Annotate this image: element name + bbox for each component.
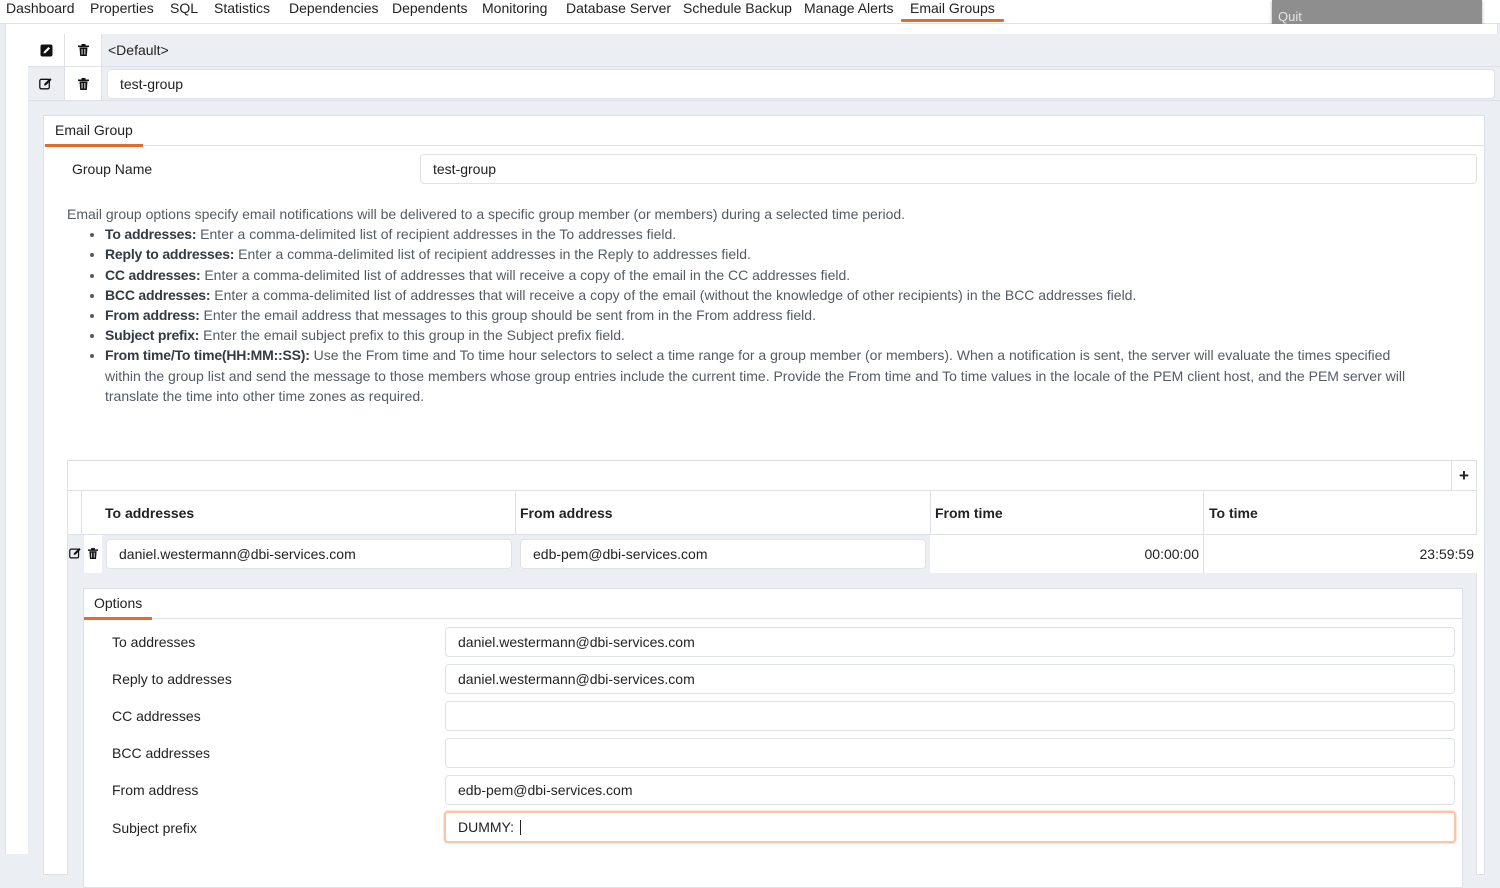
tab-properties[interactable]: Properties <box>90 0 154 23</box>
to-addresses-label: To addresses <box>112 634 196 650</box>
members-grid: + To addresses From address From time To… <box>67 460 1478 888</box>
tab-monitoring[interactable]: Monitoring <box>482 0 547 23</box>
from-address-input[interactable]: edb-pem@dbi-services.com <box>445 775 1455 805</box>
help-item: CC addresses: Enter a comma-delimited li… <box>105 265 1447 285</box>
help-item: Reply to addresses: Enter a comma-delimi… <box>105 244 1447 264</box>
main-panel: <Default> test-group Email Group Group N… <box>5 24 1500 888</box>
group-row: test-group <box>28 67 1500 101</box>
tab-dependencies[interactable]: Dependencies <box>289 0 379 23</box>
subject-prefix-input[interactable]: DUMMY: <box>444 811 1456 843</box>
column-from-time: From time <box>930 491 1204 534</box>
edit-outline-icon <box>68 546 82 562</box>
bcc-addresses-label: BCC addresses <box>112 745 211 761</box>
text-cursor <box>519 819 521 835</box>
tab-email-groups[interactable]: Email Groups <box>901 0 1004 23</box>
tab-schedule-backup[interactable]: Schedule Backup <box>683 0 792 23</box>
reply-to-addresses-input[interactable]: daniel.westermann@dbi-services.com <box>445 664 1455 694</box>
cc-addresses-input[interactable] <box>445 701 1455 731</box>
help-term: CC addresses: <box>105 266 201 283</box>
cc-addresses-label: CC addresses <box>112 708 201 724</box>
to-addresses-input[interactable]: daniel.westermann@dbi-services.com <box>445 627 1455 657</box>
tab-manage-alerts[interactable]: Manage Alerts <box>804 0 894 23</box>
edit-outline-icon <box>39 77 53 90</box>
trash-icon <box>77 44 89 56</box>
reply-to-addresses-label: Reply to addresses <box>112 671 232 687</box>
header-spacer <box>68 491 82 534</box>
edit-button[interactable] <box>28 67 65 100</box>
help-intro: Email group options specify email notifi… <box>67 206 906 222</box>
help-item: Subject prefix: Enter the email subject … <box>105 325 1447 345</box>
row-to-addresses-input[interactable]: daniel.westermann@dbi-services.com <box>106 539 512 569</box>
grid-header: To addresses From address From time To t… <box>68 491 1476 535</box>
help-text: Email group options specify email notifi… <box>67 204 1447 406</box>
tab-email-group[interactable]: Email Group <box>45 116 143 147</box>
help-item: To addresses: Enter a comma-delimited li… <box>105 224 1447 244</box>
from-address-label: From address <box>112 782 199 798</box>
tab-dashboard[interactable]: Dashboard <box>6 0 75 23</box>
help-term: Reply to addresses: <box>105 246 235 263</box>
help-term: To addresses: <box>105 226 197 243</box>
options-panel: Options To addresses daniel.westermann@d… <box>83 588 1463 888</box>
subject-prefix-label: Subject prefix <box>112 820 197 836</box>
help-desc: Enter a comma-delimited list of recipien… <box>234 246 751 263</box>
panel-tab-strip <box>44 116 1484 146</box>
help-term: Subject prefix: <box>105 327 200 344</box>
column-to-time: To time <box>1209 504 1258 521</box>
group-name-input[interactable]: test-group <box>420 154 1477 184</box>
delete-button[interactable] <box>65 67 102 100</box>
edit-filled-icon <box>40 44 53 57</box>
group-name: <Default> <box>108 42 169 58</box>
group-name-cell-input[interactable]: test-group <box>107 69 1495 99</box>
help-term: From address: <box>105 307 200 324</box>
help-term: BCC addresses: <box>105 286 211 303</box>
group-name-label: Group Name <box>72 161 153 177</box>
options-tab-strip <box>84 589 1462 619</box>
column-from-address: From address <box>508 491 931 534</box>
help-desc: Enter the email address that messages to… <box>199 307 816 324</box>
delete-button[interactable] <box>65 34 102 66</box>
tab-dependents[interactable]: Dependents <box>392 0 468 23</box>
delete-member-button[interactable] <box>84 535 102 573</box>
help-item: BCC addresses: Enter a comma-delimited l… <box>105 285 1447 305</box>
grid-toolbar: + <box>68 461 1476 491</box>
help-item: From address: Enter the email address th… <box>105 305 1447 325</box>
help-desc: Enter a comma-delimited list of addresse… <box>200 266 851 283</box>
tab-sql[interactable]: SQL <box>170 0 198 23</box>
edit-member-button[interactable] <box>68 546 82 562</box>
bcc-addresses-input[interactable] <box>445 738 1455 768</box>
group-row: <Default> <box>28 34 1500 67</box>
help-desc: Enter a comma-delimited list of recipien… <box>196 226 677 243</box>
plus-icon: + <box>1459 466 1469 485</box>
subject-prefix-value: DUMMY: <box>458 819 518 835</box>
row-from-address-input[interactable]: edb-pem@dbi-services.com <box>520 539 926 569</box>
help-list: To addresses: Enter a comma-delimited li… <box>67 224 1447 406</box>
help-term: From time/To time(HH:MM::SS): <box>105 347 310 364</box>
tab-database-server[interactable]: Database Server <box>566 0 671 23</box>
row-to-time[interactable]: 23:59:59 <box>1204 535 1478 573</box>
column-to-addresses: To addresses <box>93 491 516 534</box>
help-item: From time/To time(HH:MM::SS): Use the Fr… <box>105 345 1447 406</box>
row-from-time[interactable]: 00:00:00 <box>930 535 1204 573</box>
help-desc: Enter a comma-delimited list of addresse… <box>210 286 1137 303</box>
tab-options[interactable]: Options <box>84 589 153 620</box>
table-row: daniel.westermann@dbi-services.com edb-p… <box>68 535 1478 573</box>
trash-icon <box>77 77 89 90</box>
tab-statistics[interactable]: Statistics <box>214 0 270 23</box>
help-desc: Enter the email subject prefix to this g… <box>199 327 625 344</box>
add-member-button[interactable]: + <box>1451 461 1476 491</box>
trash-icon <box>88 546 98 562</box>
edit-button[interactable] <box>28 34 65 66</box>
